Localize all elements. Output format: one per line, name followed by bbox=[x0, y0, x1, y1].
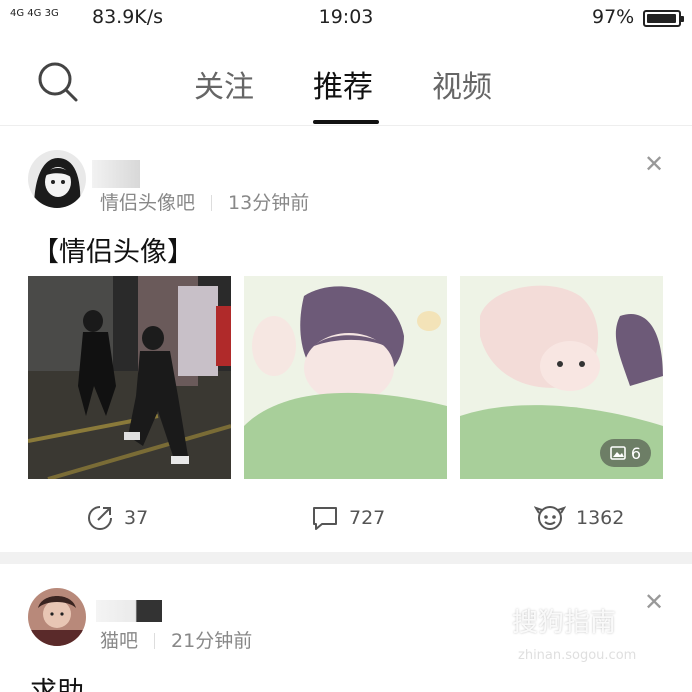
post-photo[interactable]: 6 bbox=[460, 276, 663, 479]
like-icon bbox=[534, 506, 566, 530]
post-divider bbox=[0, 552, 692, 564]
post-photo[interactable] bbox=[244, 276, 447, 479]
post-time: 21分钟前 bbox=[171, 630, 253, 652]
post-title: 求助 bbox=[30, 670, 84, 692]
post-title: 【情侣头像】 bbox=[32, 237, 194, 268]
post-time: 13分钟前 bbox=[228, 192, 310, 214]
comment-icon bbox=[313, 507, 337, 530]
watermark-url: zhinan.sogou.com bbox=[518, 648, 637, 663]
close-icon[interactable]: ✕ bbox=[644, 150, 664, 178]
watermark: 搜狗指南 bbox=[512, 608, 617, 638]
like-count: 1362 bbox=[576, 507, 625, 529]
share-icon bbox=[88, 506, 112, 530]
image-count: 6 bbox=[630, 443, 641, 463]
post-card[interactable]: 情侣头像吧 13分钟前 ✕ 【情侣头像】 6 37 727 1362 bbox=[0, 126, 692, 552]
group-name[interactable]: 情侣头像吧 bbox=[100, 192, 195, 214]
top-nav: 关注 推荐 视频 bbox=[0, 38, 692, 126]
post-meta: 猫吧 21分钟前 bbox=[100, 626, 252, 653]
comment-button[interactable]: 727 bbox=[311, 504, 385, 532]
tab-video[interactable]: 视频 bbox=[432, 62, 492, 106]
avatar[interactable] bbox=[28, 150, 86, 208]
search-icon[interactable] bbox=[36, 60, 80, 104]
like-button[interactable]: 1362 bbox=[534, 504, 624, 532]
clock: 19:03 bbox=[318, 6, 374, 28]
tab-recommend[interactable]: 推荐 bbox=[313, 62, 373, 106]
battery-percent: 97% bbox=[592, 6, 635, 28]
post-meta: 情侣头像吧 13分钟前 bbox=[100, 188, 309, 215]
close-icon[interactable]: ✕ bbox=[644, 588, 664, 616]
blurred-username bbox=[92, 160, 140, 188]
tab-follow[interactable]: 关注 bbox=[194, 62, 254, 106]
active-tab-indicator bbox=[313, 120, 379, 124]
share-count: 37 bbox=[124, 507, 149, 529]
group-name[interactable]: 猫吧 bbox=[100, 630, 138, 652]
image-count-badge: 6 bbox=[599, 439, 651, 467]
image-icon bbox=[610, 446, 626, 460]
avatar[interactable] bbox=[28, 588, 86, 646]
share-button[interactable]: 37 bbox=[86, 504, 148, 532]
blurred-username bbox=[96, 600, 162, 622]
status-bar: 4G 4G 3G 83.9K/s 19:03 97% bbox=[0, 0, 692, 38]
comment-count: 727 bbox=[349, 507, 386, 529]
post-photo[interactable] bbox=[28, 276, 231, 479]
battery-icon bbox=[643, 10, 684, 27]
